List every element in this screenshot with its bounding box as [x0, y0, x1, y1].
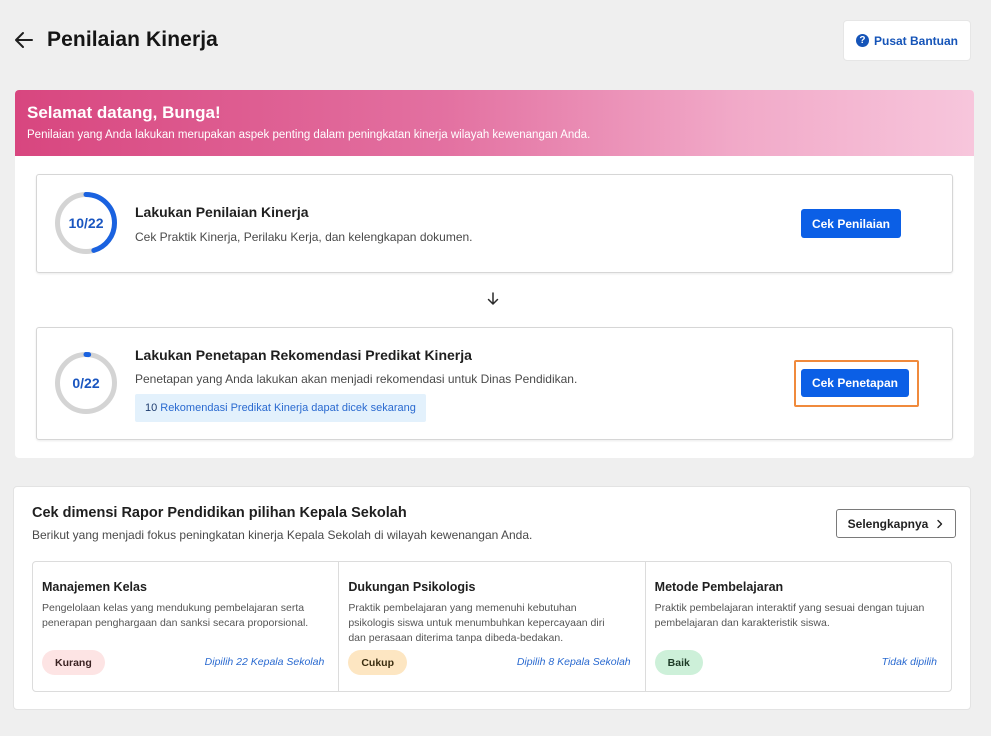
- status-badge: Baik: [654, 650, 703, 675]
- dimension-card[interactable]: Manajemen Kelas Pengelolaan kelas yang m…: [33, 562, 340, 691]
- dimension-title: Manajemen Kelas: [42, 580, 147, 594]
- progress-label: 0/22: [72, 375, 100, 391]
- back-arrow-icon[interactable]: [12, 28, 36, 52]
- task-title: Lakukan Penilaian Kinerja: [135, 204, 309, 220]
- task-description: Cek Praktik Kinerja, Perilaku Kerja, dan…: [135, 230, 473, 244]
- task-assessment: 10/22 Lakukan Penilaian Kinerja Cek Prak…: [36, 174, 953, 273]
- task-title: Lakukan Penetapan Rekomendasi Predikat K…: [135, 347, 472, 363]
- status-badge: Kurang: [42, 650, 105, 675]
- question-circle-icon: ?: [855, 34, 869, 47]
- dimension-card[interactable]: Dukungan Psikologis Praktik pembelajaran…: [339, 562, 646, 691]
- recommendation-info: 10 Rekomendasi Predikat Kinerja dapat dic…: [135, 394, 426, 422]
- dimension-description: Praktik pembelajaran yang memenuhi kebut…: [348, 602, 605, 644]
- dimension-description: Praktik pembelajaran interaktif yang ses…: [654, 602, 925, 629]
- page-title: Penilaian Kinerja: [47, 28, 218, 51]
- section-subtitle: Berikut yang menjadi fokus peningkatan k…: [32, 528, 533, 542]
- progress-label: 10/22: [68, 215, 104, 231]
- top-bar: Penilaian Kinerja ? Pusat Bantuan: [0, 0, 991, 82]
- task-determination: 0/22 Lakukan Penetapan Rekomendasi Predi…: [36, 327, 953, 440]
- arrow-down-icon: [487, 292, 499, 305]
- see-more-label: Selengkapnya: [847, 516, 929, 531]
- dimension-description: Pengelolaan kelas yang mendukung pembela…: [42, 602, 309, 629]
- welcome-title: Selamat datang, Bunga!: [27, 103, 221, 122]
- performance-assessment-card: Selamat datang, Bunga! Penilaian yang An…: [15, 90, 974, 458]
- check-determination-button[interactable]: Cek Penetapan: [801, 369, 909, 397]
- check-assessment-button[interactable]: Cek Penilaian: [801, 209, 901, 238]
- chosen-count: Dipilih 22 Kepala Sekolah: [204, 656, 325, 668]
- dimension-list: Manajemen Kelas Pengelolaan kelas yang m…: [32, 561, 952, 692]
- help-center-label: Pusat Bantuan: [873, 33, 958, 48]
- welcome-subtitle: Penilaian yang Anda lakukan merupakan as…: [27, 129, 591, 141]
- task-description: Penetapan yang Anda lakukan akan menjadi…: [135, 372, 578, 386]
- chevron-right-icon: [937, 519, 943, 528]
- section-title: Cek dimensi Rapor Pendidikan pilihan Kep…: [32, 505, 407, 521]
- see-more-button[interactable]: Selengkapnya: [836, 509, 956, 538]
- chosen-count: Dipilih 8 Kepala Sekolah: [516, 656, 631, 668]
- welcome-banner: Selamat datang, Bunga! Penilaian yang An…: [15, 90, 974, 156]
- dimension-title: Metode Pembelajaran: [654, 580, 784, 594]
- dimension-card[interactable]: Metode Pembelajaran Praktik pembelajaran…: [646, 562, 951, 691]
- help-center-button[interactable]: ? Pusat Bantuan: [843, 20, 971, 61]
- recommendation-text: Rekomendasi Predikat Kinerja dapat dicek…: [160, 402, 416, 414]
- recommendation-count: 10: [145, 402, 158, 414]
- status-badge: Cukup: [348, 650, 407, 675]
- chosen-count: Tidak dipilih: [881, 656, 937, 668]
- dimension-title: Dukungan Psikologis: [348, 580, 476, 594]
- rapor-dimensions-card: Cek dimensi Rapor Pendidikan pilihan Kep…: [13, 486, 971, 710]
